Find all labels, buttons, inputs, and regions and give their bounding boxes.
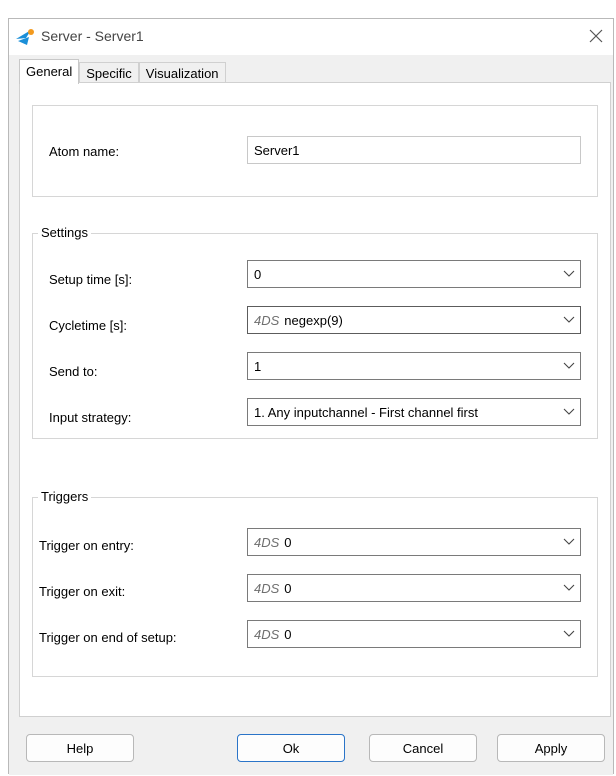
- cycletime-label: Cycletime [s]:: [49, 318, 128, 333]
- trigger-exit-label: Trigger on exit:: [39, 584, 126, 599]
- ok-button[interactable]: Ok: [237, 734, 345, 762]
- trigger-entry-label: Trigger on entry:: [39, 538, 134, 553]
- trigger-exit-4ds-prefix: 4DS: [254, 580, 280, 596]
- help-button[interactable]: Help: [26, 734, 134, 762]
- dialog-window: Server - Server1 General Specific Visual…: [8, 18, 614, 775]
- send-to-label: Send to:: [49, 364, 98, 379]
- triggers-group: Triggers Trigger on entry: 4DS 0 Trigger …: [32, 489, 598, 677]
- trigger-entry-4ds-prefix: 4DS: [254, 534, 280, 550]
- chevron-down-icon: [558, 353, 580, 379]
- trigger-end-setup-dropdown[interactable]: 4DS 0: [247, 620, 581, 648]
- atom-name-value: Server1: [254, 142, 300, 158]
- send-to-value: 1: [254, 358, 262, 374]
- trigger-entry-dropdown[interactable]: 4DS 0: [247, 528, 581, 556]
- trigger-end-setup-value: 0: [284, 626, 292, 642]
- tab-visualization[interactable]: Visualization: [138, 62, 226, 83]
- chevron-down-icon: [558, 307, 580, 333]
- setup-time-value: 0: [254, 266, 262, 282]
- title-bar[interactable]: Server - Server1: [9, 19, 613, 55]
- chevron-down-icon: [558, 621, 580, 647]
- input-strategy-dropdown[interactable]: 1. Any inputchannel - First channel firs…: [247, 398, 581, 426]
- settings-group: Settings Setup time [s]: 0 Cycletime [s]…: [32, 225, 598, 439]
- trigger-end-setup-4ds-prefix: 4DS: [254, 626, 280, 642]
- input-strategy-label: Input strategy:: [49, 410, 132, 425]
- atom-name-input[interactable]: Server1: [247, 136, 581, 164]
- cycletime-4ds-prefix: 4DS: [254, 312, 280, 328]
- general-tab-panel: Atom name: Server1 Settings Setup time […: [19, 82, 611, 717]
- button-bar: Help Ok Cancel Apply: [9, 719, 613, 775]
- cycletime-value: negexp(9): [284, 312, 343, 328]
- tab-general[interactable]: General: [19, 59, 80, 84]
- setup-time-dropdown[interactable]: 0: [247, 260, 581, 288]
- tab-specific[interactable]: Specific: [79, 62, 139, 83]
- window-title: Server - Server1: [41, 28, 144, 44]
- close-button[interactable]: [583, 23, 609, 49]
- tab-strip: General Specific Visualization: [19, 59, 226, 84]
- input-strategy-value: 1. Any inputchannel - First channel firs…: [254, 404, 479, 420]
- setup-time-label: Setup time [s]:: [49, 272, 133, 287]
- chevron-down-icon: [558, 261, 580, 287]
- cycletime-dropdown[interactable]: 4DS negexp(9): [247, 306, 581, 334]
- send-to-dropdown[interactable]: 1: [247, 352, 581, 380]
- apply-button[interactable]: Apply: [497, 734, 605, 762]
- chevron-down-icon: [558, 575, 580, 601]
- chevron-down-icon: [558, 399, 580, 425]
- chevron-down-icon: [558, 529, 580, 555]
- triggers-group-title: Triggers: [38, 489, 92, 504]
- atom-name-label: Atom name:: [49, 144, 120, 159]
- trigger-exit-dropdown[interactable]: 4DS 0: [247, 574, 581, 602]
- trigger-entry-value: 0: [284, 534, 292, 550]
- app-logo-icon: [16, 29, 34, 45]
- trigger-exit-value: 0: [284, 580, 292, 596]
- atom-name-group: Atom name: Server1: [32, 105, 598, 197]
- trigger-end-setup-label: Trigger on end of setup:: [39, 630, 177, 645]
- settings-group-title: Settings: [38, 225, 91, 240]
- cancel-button[interactable]: Cancel: [369, 734, 477, 762]
- close-icon: [589, 29, 603, 43]
